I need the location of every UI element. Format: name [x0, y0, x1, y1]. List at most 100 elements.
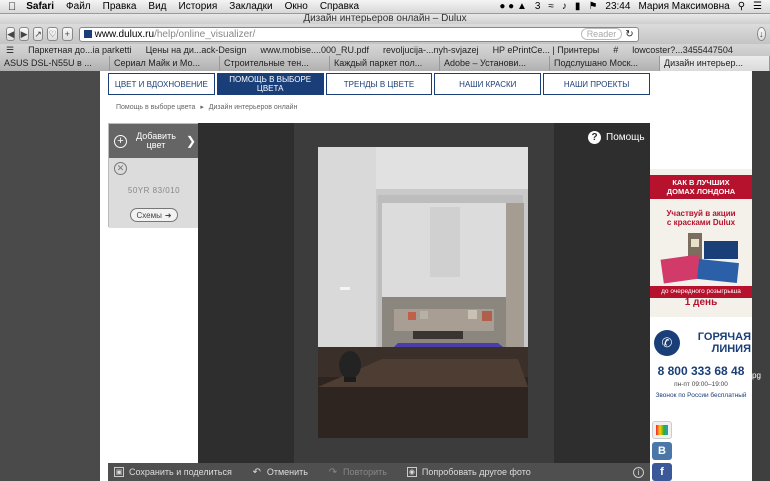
promo-headline-line1: КАК В ЛУЧШИХ [672, 178, 730, 187]
promo-banner[interactable]: КАК В ЛУЧШИХ ДОМАХ ЛОНДОНА Участвуй в ак… [650, 169, 752, 317]
browser-tab[interactable]: Подслушано Моск... [550, 56, 660, 71]
bookmarks-button[interactable]: ♡ [47, 27, 58, 41]
browser-tab[interactable]: Строительные тен... [220, 56, 330, 71]
promo-illustration [660, 233, 739, 284]
undo-button[interactable]: ↶ Отменить [252, 466, 308, 478]
browser-tab[interactable]: Adobe – Установи... [440, 56, 550, 71]
vk-icon[interactable]: В [652, 442, 672, 460]
remove-colour-icon[interactable]: ✕ [114, 162, 127, 175]
menu-history[interactable]: История [179, 1, 218, 12]
flag-icon[interactable]: ⚑ [588, 1, 597, 12]
menu-help[interactable]: Справка [320, 1, 359, 12]
nav-colour-trends[interactable]: ТРЕНДЫ В ЦВЕТЕ [325, 73, 433, 95]
browser-tab[interactable]: ASUS DSL-N55U в ... [0, 56, 110, 71]
share-icon: ↗ [34, 28, 42, 39]
promo-headline: КАК В ЛУЧШИХ ДОМАХ ЛОНДОНА [650, 175, 752, 199]
status-icons[interactable]: ● ● ▲ [499, 1, 527, 12]
back-button[interactable]: ◀ [6, 27, 16, 41]
redo-label: Повторить [342, 467, 387, 477]
hotline-hours: пн-пт 09:00–19:00 [674, 381, 728, 388]
arrow-right-icon: ➜ [164, 210, 172, 220]
help-label: Помощь [606, 132, 645, 143]
colour-swatch[interactable]: ✕ 50YR 83/010 Схемы ➜ [109, 158, 199, 228]
browser-tab-active[interactable]: Дизайн интерьер... [660, 56, 770, 71]
bookmark-item[interactable]: revoljucija-...nyh-svjazej [383, 45, 479, 55]
download-icon: ↓ [759, 29, 764, 39]
window-title: Дизайн интерьеров онлайн – Dulux [0, 14, 770, 24]
try-other-photo-button[interactable]: ◉ Попробовать другое фото [406, 467, 531, 477]
browser-tab[interactable]: Сериал Майк и Мо... [110, 56, 220, 71]
chevron-right-icon: ▶ [20, 28, 28, 39]
add-colour-label: Добавить цвет [130, 132, 182, 150]
help-button[interactable]: ? Помощь [588, 131, 645, 144]
menu-bookmarks[interactable]: Закладки [229, 1, 272, 12]
hotline-number[interactable]: 8 800 333 68 48 [652, 364, 750, 378]
nav-our-paints[interactable]: НАШИ КРАСКИ [434, 73, 542, 95]
url-host: www.dulux.ru [94, 28, 155, 40]
volume-icon[interactable]: ♪ [562, 1, 567, 12]
redo-button[interactable]: ↷ Повторить [328, 466, 387, 478]
chevron-right-icon: ❯ [185, 134, 196, 148]
address-bar[interactable]: www.dulux.ru /help/online_visualizer/ Re… [78, 26, 639, 42]
reload-icon[interactable]: ↻ [625, 29, 633, 40]
new-tab-button[interactable]: + [62, 27, 73, 41]
bookmark-item[interactable]: HP ePrintCe... | Принтеры [493, 45, 600, 55]
visualizer-toolbar: ▣ Сохранить и поделиться ↶ Отменить ↷ По… [108, 463, 650, 481]
add-colour-line2: цвет [146, 140, 166, 150]
url-path: /help/online_visualizer/ [154, 28, 256, 40]
nav-colour-inspiration[interactable]: ЦВЕТ И ВДОХНОВЕНИЕ [108, 73, 215, 95]
menu-app-name[interactable]: Safari [26, 1, 54, 12]
battery-icon[interactable]: ▮ [575, 1, 581, 12]
tab-bar: ASUS DSL-N55U в ... Сериал Майк и Мо... … [0, 56, 770, 71]
schemes-button[interactable]: Схемы ➜ [130, 208, 178, 222]
bookmark-item[interactable]: # [613, 45, 618, 55]
add-colour-button[interactable]: + Добавить цвет ❯ [109, 124, 199, 158]
site-favicon [83, 30, 92, 38]
save-icon: ▣ [114, 467, 124, 477]
menu-file[interactable]: Файл [66, 1, 91, 12]
nav-colour-help[interactable]: ПОМОЩЬ В ВЫБОРЕ ЦВЕТА [216, 73, 324, 95]
menu-edit[interactable]: Правка [103, 1, 137, 12]
forward-button[interactable]: ▶ [19, 27, 29, 41]
bookmark-item[interactable]: Паркетная до...ia parketti [28, 45, 131, 55]
apple-icon[interactable]:  [8, 1, 16, 13]
nav-our-projects[interactable]: НАШИ ПРОЕКТЫ [543, 73, 650, 95]
undo-label: Отменить [266, 467, 308, 477]
wifi-icon[interactable]: ≈ [548, 1, 554, 12]
share-button[interactable]: ↗ [32, 27, 44, 41]
bookmark-icon[interactable]: ☰ [6, 45, 14, 56]
undo-icon: ↶ [252, 466, 262, 478]
menu-view[interactable]: Вид [148, 1, 166, 12]
save-share-button[interactable]: ▣ Сохранить и поделиться [114, 467, 232, 477]
browser-tab[interactable]: Каждый паркет пол... [330, 56, 440, 71]
menubar-status-area: ● ● ▲ 3 ≈ ♪ ▮ ⚑ 23:44 Мария Максимовна ⚲… [499, 1, 770, 12]
list-icon[interactable]: ☰ [753, 1, 762, 12]
promo-subtitle-line2: с красками Dulux [666, 218, 736, 227]
room-photo[interactable] [318, 147, 528, 438]
promo-subtitle-line1: Участвуй в акции [666, 209, 736, 218]
info-icon[interactable]: i [633, 466, 644, 478]
edge-text: pg [752, 371, 761, 380]
main-nav: ЦВЕТ И ВДОХНОВЕНИЕ ПОМОЩЬ В ВЫБОРЕ ЦВЕТА… [108, 73, 650, 95]
bookmark-item[interactable]: lowcoster?...3455447504 [632, 45, 733, 55]
schemes-label: Схемы [136, 210, 162, 220]
menu-window[interactable]: Окно [285, 1, 308, 12]
facebook-icon[interactable]: f [652, 463, 672, 481]
battery-count[interactable]: 3 [535, 1, 541, 12]
search-icon[interactable]: ⚲ [738, 1, 745, 12]
breadcrumb-parent[interactable]: Помощь в выборе цвета [116, 104, 195, 111]
user-name[interactable]: Мария Максимовна [638, 1, 729, 12]
bookmark-item[interactable]: Цены на ди...ack-Design [146, 45, 247, 55]
chevron-left-icon: ◀ [7, 28, 15, 39]
mac-menubar:  Safari Файл Правка Вид История Закладк… [0, 0, 770, 14]
clock[interactable]: 23:44 [605, 1, 630, 12]
plus-circle-icon: + [114, 134, 127, 148]
odnoklassniki-icon[interactable] [652, 421, 672, 439]
downloads-button[interactable]: ↓ [756, 27, 766, 41]
bookmark-item[interactable]: www.mobise....000_RU.pdf [260, 45, 369, 55]
plus-icon: + [64, 29, 70, 39]
reader-button[interactable]: Reader [580, 28, 623, 40]
hotline-box: ✆ ГОРЯЧАЯ ЛИНИЯ 8 800 333 68 48 пн-пт 09… [650, 324, 752, 406]
redo-icon: ↷ [328, 466, 338, 478]
hotline-title-line1: ГОРЯЧАЯ [697, 331, 751, 343]
